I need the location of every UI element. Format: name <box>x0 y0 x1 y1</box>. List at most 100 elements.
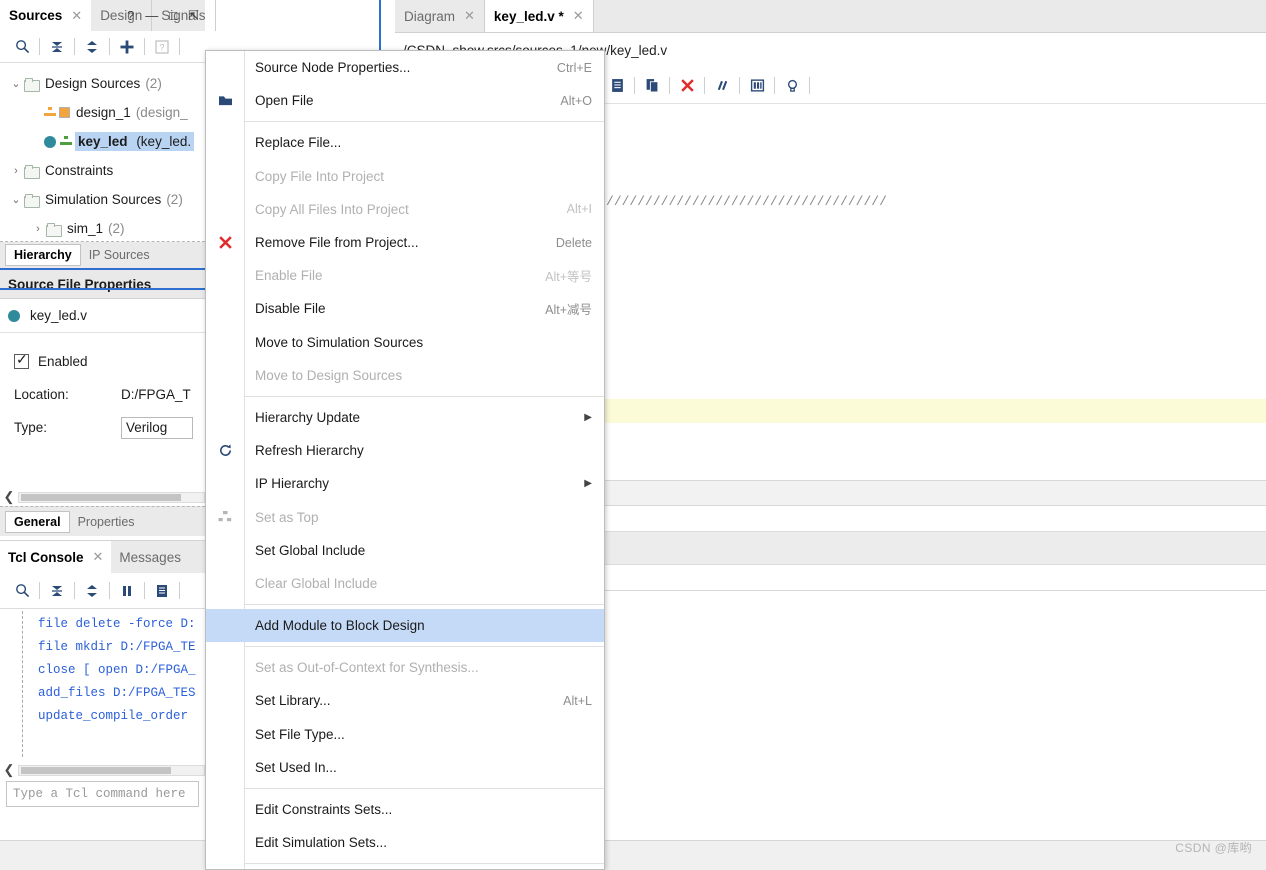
add-sources-icon[interactable] <box>113 34 141 60</box>
delete-icon[interactable] <box>673 73 701 99</box>
tab-key-led-v[interactable]: key_led.v * ✕ <box>484 0 594 32</box>
paste-icon[interactable] <box>603 73 631 99</box>
toolbar-separator <box>144 582 145 599</box>
collapse-all-icon[interactable] <box>43 34 71 60</box>
menu-item-replace-file[interactable]: Replace File... <box>206 126 604 159</box>
tree-item-design-sources[interactable]: ⌄ Design Sources (2) <box>0 69 205 98</box>
tree-item-sim-1[interactable]: › sim_1 (2) <box>0 214 205 241</box>
tree-item-label: Design Sources <box>45 76 141 91</box>
tcl-hscrollbar[interactable]: ❮ <box>0 759 205 781</box>
menu-item-source-node-properties[interactable]: Source Node Properties... Ctrl+E <box>206 51 604 84</box>
properties-hscrollbar[interactable]: ❮ <box>0 488 205 506</box>
menu-item-add-module-to-block-design[interactable]: Add Module to Block Design <box>206 609 604 643</box>
search-icon[interactable] <box>8 34 36 60</box>
expand-icon[interactable] <box>78 578 106 604</box>
maximize-icon[interactable]: □ <box>169 9 177 22</box>
menu-item-hierarchy-update[interactable]: Hierarchy Update ▶ <box>206 401 604 434</box>
tree-item-constraints[interactable]: › Constraints <box>0 156 205 185</box>
toolbar-separator <box>634 77 635 94</box>
tcl-console-output[interactable]: file delete -force D: file mkdir D:/FPGA… <box>0 609 205 759</box>
tab-tcl-console[interactable]: Tcl Console ✕ <box>0 541 112 573</box>
copy-icon[interactable] <box>638 73 666 99</box>
type-row: Type: Verilog <box>14 411 205 444</box>
tree-item-key-led[interactable]: key_led (key_led. <box>0 127 205 156</box>
chevron-down-icon[interactable]: ⌄ <box>8 193 24 206</box>
enabled-checkbox[interactable] <box>14 351 29 369</box>
tree-item-simulation-sources[interactable]: ⌄ Simulation Sources (2) <box>0 185 205 214</box>
scrollbar-thumb[interactable] <box>21 766 171 774</box>
chevron-right-icon[interactable]: › <box>30 223 46 235</box>
tab-messages[interactable]: Messages <box>111 541 189 573</box>
tree-item-label: design_1 <box>76 105 131 120</box>
sources-tree[interactable]: ⌄ Design Sources (2) design_1 (design_ k… <box>0 63 205 241</box>
bulb-icon[interactable] <box>778 73 806 99</box>
context-menu[interactable]: Source Node Properties... Ctrl+E Open File… <box>205 50 605 870</box>
close-icon[interactable]: ✕ <box>573 8 584 24</box>
menu-item-label: Copy File Into Project <box>255 168 385 184</box>
help-icon[interactable]: ? <box>127 9 134 22</box>
menu-item-set-used-in[interactable]: Set Used In... <box>206 751 604 784</box>
menu-item-shortcut: Ctrl+E <box>556 60 592 75</box>
menu-item-open-file[interactable]: Open File Alt+O <box>206 84 604 117</box>
tab-sources[interactable]: Sources ✕ <box>0 0 92 31</box>
tree-item-design-1[interactable]: design_1 (design_ <box>0 98 205 127</box>
chevron-left-icon[interactable]: ❮ <box>0 489 18 505</box>
tab-diagram[interactable]: Diagram ✕ <box>395 0 485 32</box>
menu-item-disable-file[interactable]: Disable File Alt+减号 <box>206 292 604 325</box>
copy-icon[interactable] <box>148 578 176 604</box>
menu-item-label: Replace File... <box>255 135 342 151</box>
hierarchy-icon <box>60 136 72 147</box>
chevron-right-icon: ▶ <box>584 478 592 490</box>
tree-item-count: (2) <box>166 192 183 207</box>
close-icon[interactable]: ✕ <box>93 549 104 565</box>
help-icon[interactable]: ? <box>148 34 176 60</box>
toolbar-separator <box>809 77 810 94</box>
menu-item-label: Set File Type... <box>255 726 345 742</box>
tab-general[interactable]: General <box>5 510 70 533</box>
float-icon[interactable]: ⇱ <box>188 9 199 22</box>
menu-item-refresh-hierarchy[interactable]: Refresh Hierarchy <box>206 434 604 467</box>
menu-item-shortcut: Alt+L <box>563 693 592 708</box>
columns-icon[interactable] <box>743 73 771 99</box>
tree-item-label: sim_1 <box>67 221 104 236</box>
menu-item-set-library[interactable]: Set Library... Alt+L <box>206 684 604 717</box>
menu-item-remove-file-from-project[interactable]: Remove File from Project... Delete <box>206 226 604 259</box>
collapse-icon[interactable] <box>43 578 71 604</box>
pause-icon[interactable] <box>113 578 141 604</box>
comment-icon[interactable] <box>708 73 736 99</box>
source-file-name: key_led.v <box>30 308 88 323</box>
menu-item-move-to-simulation-sources[interactable]: Move to Simulation Sources <box>206 326 604 359</box>
folder-icon <box>24 193 40 208</box>
chevron-right-icon[interactable]: › <box>8 165 24 177</box>
scrollbar-thumb[interactable] <box>21 493 181 501</box>
enabled-row[interactable]: Enabled <box>14 345 205 378</box>
menu-item-edit-simulation-sets[interactable]: Edit Simulation Sets... <box>206 826 604 859</box>
enabled-label: Enabled <box>38 354 88 369</box>
toolbar-separator <box>739 77 740 94</box>
tree-item-label: Simulation Sources <box>45 192 162 207</box>
tab-properties[interactable]: Properties <box>70 512 143 532</box>
scrollbar-track[interactable] <box>18 764 205 776</box>
chevron-down-icon[interactable]: ⌄ <box>8 77 24 90</box>
menu-item-ip-hierarchy[interactable]: IP Hierarchy ▶ <box>206 467 604 500</box>
minimize-icon[interactable]: — <box>145 9 158 22</box>
toolbar-separator <box>669 77 670 94</box>
menu-item-edit-constraints-sets[interactable]: Edit Constraints Sets... <box>206 793 604 826</box>
menu-item-set-file-type[interactable]: Set File Type... <box>206 718 604 751</box>
chevron-left-icon[interactable]: ❮ <box>0 762 18 778</box>
tree-item-filename: (key_led. <box>136 134 192 149</box>
tcl-command-input[interactable]: Type a Tcl command here <box>6 781 199 807</box>
search-icon[interactable] <box>8 578 36 604</box>
source-file-properties-body: Enabled Location: D:/FPGA_T Type: Verilo… <box>0 333 205 444</box>
menu-item-label: IP Hierarchy <box>255 476 330 492</box>
close-icon[interactable]: ✕ <box>71 8 82 24</box>
expand-all-icon[interactable] <box>78 34 106 60</box>
tab-hierarchy[interactable]: Hierarchy <box>5 244 81 266</box>
type-value[interactable]: Verilog <box>121 416 193 439</box>
close-icon[interactable]: ✕ <box>464 8 475 24</box>
scrollbar-track[interactable] <box>18 491 205 503</box>
tab-ip-sources[interactable]: IP Sources <box>81 245 158 265</box>
menu-item-label: Move to Design Sources <box>255 367 403 383</box>
menu-item-shortcut: Alt+减号 <box>545 303 592 318</box>
menu-item-set-global-include[interactable]: Set Global Include <box>206 534 604 567</box>
